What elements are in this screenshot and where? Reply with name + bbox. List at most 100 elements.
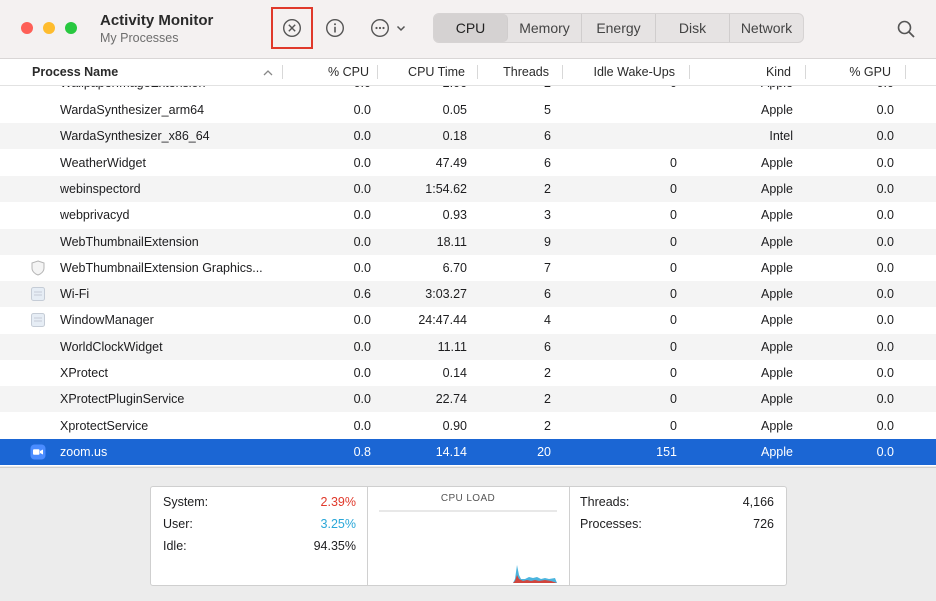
cpu-time-value: 2.06 <box>384 86 467 96</box>
cpu-time-value: 22.74 <box>435 392 467 407</box>
cpu-time-value: 1:54.62 <box>425 181 467 196</box>
more-options-button[interactable] <box>368 13 410 43</box>
kind-value: Apple <box>761 366 793 380</box>
table-row[interactable]: XProtectPluginService 0.0 22.74 2 0 Apple 0.0 <box>0 386 936 413</box>
cpu-load-title: CPU LOAD <box>440 493 496 504</box>
idle-label: Idle: <box>163 539 187 553</box>
tab-energy[interactable]: Energy <box>582 14 656 42</box>
process-name: WebThumbnailExtension Graphics... <box>60 260 263 275</box>
table-row[interactable]: webinspectord 0.0 1:54.62 2 0 Apple 0.0 <box>0 175 936 202</box>
table-row[interactable]: XprotectService 0.0 0.90 2 0 Apple 0.0 <box>0 413 936 439</box>
process-name: WebThumbnailExtension <box>60 234 199 249</box>
column-separator[interactable] <box>689 65 690 79</box>
zoom-window-button[interactable] <box>65 22 77 34</box>
table-row[interactable]: XProtect 0.0 0.14 2 0 Apple 0.0 <box>0 360 936 386</box>
stop-process-button[interactable] <box>271 7 313 49</box>
processes-label: Processes: <box>580 517 642 531</box>
kind-value: Apple <box>761 392 793 407</box>
cpu-time-value: 18.11 <box>436 234 467 249</box>
gpu-value: 0.0 <box>876 234 894 249</box>
kind-value: Apple <box>761 418 793 433</box>
cpu-value: 0.0 <box>353 392 371 407</box>
tab-cpu[interactable]: CPU <box>434 14 508 42</box>
tab-memory[interactable]: Memory <box>508 14 582 42</box>
gpu-value: 0.0 <box>876 208 894 223</box>
cpu-value: 0.0 <box>353 234 371 249</box>
cpu-value: 0.0 <box>353 366 371 380</box>
process-name: XprotectService <box>60 418 149 433</box>
threads-value: 5 <box>544 103 551 117</box>
processes-count: 726 <box>753 517 774 531</box>
table-row[interactable]: WebThumbnailExtension Graphics... 0.0 6.70… <box>0 255 936 281</box>
gpu-value: 0.0 <box>812 86 894 96</box>
table-header: Process Name % CPU CPU Time Threads Idle… <box>0 59 936 86</box>
idle-wake-ups-value <box>570 123 677 149</box>
app-icon <box>30 286 46 302</box>
table-row[interactable]: WardaSynthesizer_x86_64 0.0 0.18 6 Intel 0.0 <box>0 123 936 150</box>
column-separator[interactable] <box>905 65 906 79</box>
column-separator[interactable] <box>282 65 283 79</box>
cpu-value: 0.0 <box>290 86 371 96</box>
info-icon <box>325 18 345 38</box>
user-value: 3.25% <box>320 517 356 531</box>
idle-wake-ups-value: 0 <box>670 234 677 249</box>
column-header-gpu[interactable]: % GPU <box>812 59 891 85</box>
app-subtitle: My Processes <box>100 31 179 45</box>
table-row[interactable]: WorldClockWidget 0.0 11.11 6 0 Apple 0.0 <box>0 333 936 360</box>
tab-network[interactable]: Network <box>730 14 803 42</box>
process-name: XProtect <box>60 366 108 380</box>
idle-wake-ups-value: 0 <box>670 155 677 170</box>
gpu-value: 0.0 <box>876 155 894 170</box>
kind-value: Apple <box>761 208 793 223</box>
column-header-process-name[interactable]: Process Name <box>32 59 118 85</box>
table-row[interactable]: webprivacyd 0.0 0.93 3 0 Apple 0.0 <box>0 202 936 228</box>
minimize-window-button[interactable] <box>43 22 55 34</box>
table-row[interactable]: WeatherWidget 0.0 47.49 6 0 Apple 0.0 <box>0 150 936 176</box>
column-header-cpu-time[interactable]: CPU Time <box>384 59 465 85</box>
close-window-button[interactable] <box>21 22 33 34</box>
threads-value: 2 <box>544 181 551 196</box>
cpu-value: 0.0 <box>353 339 371 354</box>
system-label: System: <box>163 495 209 509</box>
cpu-time-value: 24:47.44 <box>418 313 467 328</box>
gpu-value: 0.0 <box>876 287 894 302</box>
tab-disk[interactable]: Disk <box>656 14 730 42</box>
column-header-kind[interactable]: Kind <box>696 59 791 85</box>
column-separator[interactable] <box>377 65 378 79</box>
column-separator[interactable] <box>562 65 563 79</box>
process-table: WallpaperImageExtension 0.0 2.06 2 0 App… <box>0 86 936 466</box>
process-name: WeatherWidget <box>60 155 146 170</box>
system-value: 2.39% <box>320 495 356 509</box>
gpu-value: 0.0 <box>876 444 894 459</box>
cpu-value: 0.0 <box>353 129 371 144</box>
cpu-time-value: 0.05 <box>442 103 467 117</box>
table-row[interactable]: WallpaperImageExtension 0.0 2.06 2 0 App… <box>0 86 936 96</box>
kind-value: Apple <box>761 103 793 117</box>
idle-wake-ups-value: 0 <box>670 181 677 196</box>
column-separator[interactable] <box>805 65 806 79</box>
process-name: WorldClockWidget <box>60 339 163 354</box>
threads-value: 2 <box>544 392 551 407</box>
table-row[interactable]: zoom.us 0.8 14.14 20 151 Apple 0.0 <box>0 438 936 465</box>
cpu-time-value: 11.11 <box>437 339 467 354</box>
gpu-value: 0.0 <box>876 313 894 328</box>
column-separator[interactable] <box>477 65 478 79</box>
table-row[interactable]: WebThumbnailExtension 0.0 18.11 9 0 Apple 0.0 <box>0 228 936 255</box>
table-row[interactable]: Wi-Fi 0.6 3:03.27 6 0 Apple 0.0 <box>0 281 936 308</box>
app-icon <box>30 312 46 328</box>
table-row[interactable]: WardaSynthesizer_arm64 0.0 0.05 5 Apple 0.0 <box>0 97 936 123</box>
sort-ascending-icon[interactable] <box>263 69 273 76</box>
stop-process-icon <box>282 18 302 38</box>
column-header-threads[interactable]: Threads <box>484 59 549 85</box>
search-button[interactable] <box>893 16 919 42</box>
idle-wake-ups-value: 0 <box>670 287 677 302</box>
cpu-value: 0.8 <box>353 444 371 459</box>
column-header-cpu[interactable]: % CPU <box>290 59 369 85</box>
idle-wake-ups-value: 0 <box>670 418 677 433</box>
table-row[interactable]: WindowManager 0.0 24:47.44 4 0 Apple 0.0 <box>0 307 936 333</box>
gpu-value: 0.0 <box>876 129 894 144</box>
column-header-idle-wake-ups[interactable]: Idle Wake-Ups <box>570 59 675 85</box>
gpu-value: 0.0 <box>876 181 894 196</box>
inspect-process-button[interactable] <box>322 13 348 43</box>
cpu-time-value: 0.18 <box>442 129 467 144</box>
